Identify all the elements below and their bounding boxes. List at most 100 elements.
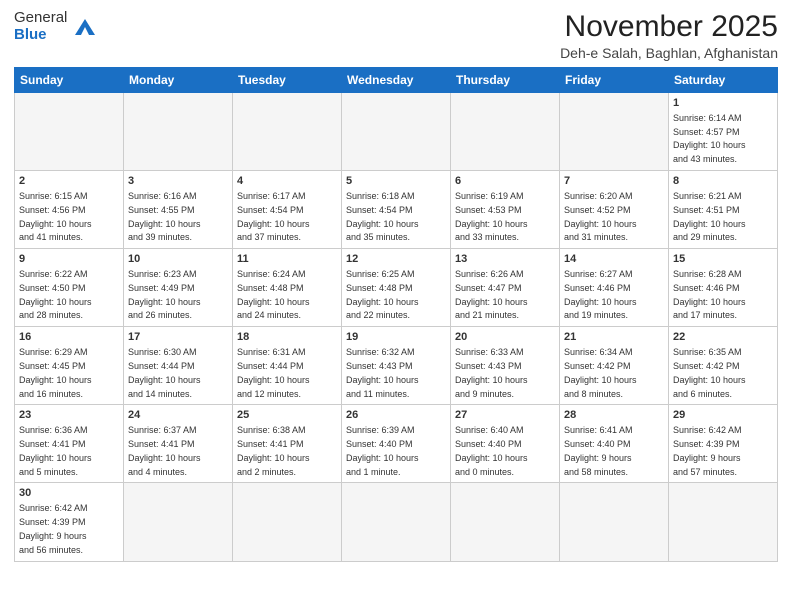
day-info: Sunrise: 6:36 AM Sunset: 4:41 PM Dayligh… xyxy=(19,425,92,476)
day-number: 12 xyxy=(346,252,446,267)
day-number: 25 xyxy=(237,408,337,423)
calendar-cell: 21 Sunrise: 6:34 AM Sunset: 4:42 PM Dayli… xyxy=(560,327,669,405)
calendar-cell xyxy=(451,483,560,561)
day-number: 10 xyxy=(128,252,228,267)
day-number: 11 xyxy=(237,252,337,267)
day-number: 28 xyxy=(564,408,664,423)
calendar-cell: 9 Sunrise: 6:22 AM Sunset: 4:50 PM Daylig… xyxy=(15,249,124,327)
day-number: 23 xyxy=(19,408,119,423)
day-info: Sunrise: 6:24 AM Sunset: 4:48 PM Dayligh… xyxy=(237,269,310,320)
day-number: 14 xyxy=(564,252,664,267)
calendar-cell xyxy=(560,483,669,561)
day-number: 18 xyxy=(237,330,337,345)
day-info: Sunrise: 6:17 AM Sunset: 4:54 PM Dayligh… xyxy=(237,191,310,242)
logo: General Blue xyxy=(14,10,99,43)
day-number: 26 xyxy=(346,408,446,423)
day-number: 29 xyxy=(673,408,773,423)
calendar-cell: 7 Sunrise: 6:20 AM Sunset: 4:52 PM Daylig… xyxy=(560,171,669,249)
day-number: 1 xyxy=(673,96,773,111)
calendar-cell xyxy=(342,93,451,171)
day-info: Sunrise: 6:42 AM Sunset: 4:39 PM Dayligh… xyxy=(19,503,88,554)
calendar-cell xyxy=(233,483,342,561)
calendar-cell: 6Sunrise: 6:19 AM Sunset: 4:53 PM Daylig… xyxy=(451,171,560,249)
calendar-cell xyxy=(342,483,451,561)
day-info: Sunrise: 6:31 AM Sunset: 4:44 PM Dayligh… xyxy=(237,347,310,398)
day-info: Sunrise: 6:30 AM Sunset: 4:44 PM Dayligh… xyxy=(128,347,201,398)
weekday-header: Sunday xyxy=(15,68,124,93)
day-info: Sunrise: 6:38 AM Sunset: 4:41 PM Dayligh… xyxy=(237,425,310,476)
calendar-cell: 17 Sunrise: 6:30 AM Sunset: 4:44 PM Dayli… xyxy=(124,327,233,405)
calendar-cell: 11 Sunrise: 6:24 AM Sunset: 4:48 PM Dayli… xyxy=(233,249,342,327)
calendar-cell: 28 Sunrise: 6:41 AM Sunset: 4:40 PM Dayli… xyxy=(560,405,669,483)
weekday-header: Wednesday xyxy=(342,68,451,93)
calendar-cell: 25 Sunrise: 6:38 AM Sunset: 4:41 PM Dayli… xyxy=(233,405,342,483)
calendar-cell xyxy=(124,93,233,171)
calendar-cell: 2 Sunrise: 6:15 AM Sunset: 4:56 PM Daylig… xyxy=(15,171,124,249)
calendar-cell: 1Sunrise: 6:14 AM Sunset: 4:57 PM Daylig… xyxy=(669,93,778,171)
location: Deh-e Salah, Baghlan, Afghanistan xyxy=(560,45,778,61)
day-number: 6 xyxy=(455,174,555,189)
calendar-cell xyxy=(233,93,342,171)
calendar: SundayMondayTuesdayWednesdayThursdayFrid… xyxy=(14,67,778,562)
calendar-week-row: 23 Sunrise: 6:36 AM Sunset: 4:41 PM Dayli… xyxy=(15,405,778,483)
calendar-cell: 15Sunrise: 6:28 AM Sunset: 4:46 PM Dayli… xyxy=(669,249,778,327)
calendar-cell xyxy=(560,93,669,171)
logo-text: General Blue xyxy=(14,10,67,43)
calendar-cell: 29Sunrise: 6:42 AM Sunset: 4:39 PM Dayli… xyxy=(669,405,778,483)
calendar-cell xyxy=(124,483,233,561)
weekday-header: Monday xyxy=(124,68,233,93)
calendar-week-row: 1Sunrise: 6:14 AM Sunset: 4:57 PM Daylig… xyxy=(15,93,778,171)
calendar-cell: 19 Sunrise: 6:32 AM Sunset: 4:43 PM Dayli… xyxy=(342,327,451,405)
day-info: Sunrise: 6:28 AM Sunset: 4:46 PM Dayligh… xyxy=(673,269,746,320)
day-number: 8 xyxy=(673,174,773,189)
weekday-header: Saturday xyxy=(669,68,778,93)
logo-blue: Blue xyxy=(14,27,67,44)
day-number: 4 xyxy=(237,174,337,189)
calendar-cell: 13 Sunrise: 6:26 AM Sunset: 4:47 PM Dayli… xyxy=(451,249,560,327)
calendar-week-row: 16 Sunrise: 6:29 AM Sunset: 4:45 PM Dayli… xyxy=(15,327,778,405)
calendar-cell: 3Sunrise: 6:16 AM Sunset: 4:55 PM Daylig… xyxy=(124,171,233,249)
day-number: 19 xyxy=(346,330,446,345)
day-number: 24 xyxy=(128,408,228,423)
day-number: 5 xyxy=(346,174,446,189)
calendar-cell: 12Sunrise: 6:25 AM Sunset: 4:48 PM Dayli… xyxy=(342,249,451,327)
calendar-cell: 20 Sunrise: 6:33 AM Sunset: 4:43 PM Dayli… xyxy=(451,327,560,405)
day-number: 2 xyxy=(19,174,119,189)
day-number: 22 xyxy=(673,330,773,345)
day-info: Sunrise: 6:37 AM Sunset: 4:41 PM Dayligh… xyxy=(128,425,201,476)
day-info: Sunrise: 6:16 AM Sunset: 4:55 PM Dayligh… xyxy=(128,191,201,242)
day-number: 21 xyxy=(564,330,664,345)
day-info: Sunrise: 6:33 AM Sunset: 4:43 PM Dayligh… xyxy=(455,347,528,398)
weekday-header: Thursday xyxy=(451,68,560,93)
calendar-week-row: 30Sunrise: 6:42 AM Sunset: 4:39 PM Dayli… xyxy=(15,483,778,561)
day-info: Sunrise: 6:20 AM Sunset: 4:52 PM Dayligh… xyxy=(564,191,637,242)
calendar-cell: 22Sunrise: 6:35 AM Sunset: 4:42 PM Dayli… xyxy=(669,327,778,405)
weekday-header: Friday xyxy=(560,68,669,93)
calendar-cell: 30Sunrise: 6:42 AM Sunset: 4:39 PM Dayli… xyxy=(15,483,124,561)
calendar-cell: 5Sunrise: 6:18 AM Sunset: 4:54 PM Daylig… xyxy=(342,171,451,249)
calendar-cell: 10Sunrise: 6:23 AM Sunset: 4:49 PM Dayli… xyxy=(124,249,233,327)
day-number: 13 xyxy=(455,252,555,267)
day-info: Sunrise: 6:22 AM Sunset: 4:50 PM Dayligh… xyxy=(19,269,92,320)
day-info: Sunrise: 6:29 AM Sunset: 4:45 PM Dayligh… xyxy=(19,347,92,398)
day-number: 9 xyxy=(19,252,119,267)
day-info: Sunrise: 6:41 AM Sunset: 4:40 PM Dayligh… xyxy=(564,425,633,476)
calendar-week-row: 9 Sunrise: 6:22 AM Sunset: 4:50 PM Daylig… xyxy=(15,249,778,327)
logo-general: General xyxy=(14,10,67,27)
day-number: 16 xyxy=(19,330,119,345)
day-info: Sunrise: 6:15 AM Sunset: 4:56 PM Dayligh… xyxy=(19,191,92,242)
day-info: Sunrise: 6:26 AM Sunset: 4:47 PM Dayligh… xyxy=(455,269,528,320)
header: General Blue November 2025 Deh-e Salah, … xyxy=(14,10,778,61)
day-number: 7 xyxy=(564,174,664,189)
day-info: Sunrise: 6:27 AM Sunset: 4:46 PM Dayligh… xyxy=(564,269,637,320)
day-number: 17 xyxy=(128,330,228,345)
calendar-cell: 8Sunrise: 6:21 AM Sunset: 4:51 PM Daylig… xyxy=(669,171,778,249)
calendar-cell xyxy=(451,93,560,171)
calendar-cell xyxy=(669,483,778,561)
day-info: Sunrise: 6:34 AM Sunset: 4:42 PM Dayligh… xyxy=(564,347,637,398)
logo-icon xyxy=(71,13,99,41)
day-number: 20 xyxy=(455,330,555,345)
weekday-header: Tuesday xyxy=(233,68,342,93)
calendar-cell: 24 Sunrise: 6:37 AM Sunset: 4:41 PM Dayli… xyxy=(124,405,233,483)
day-info: Sunrise: 6:32 AM Sunset: 4:43 PM Dayligh… xyxy=(346,347,419,398)
